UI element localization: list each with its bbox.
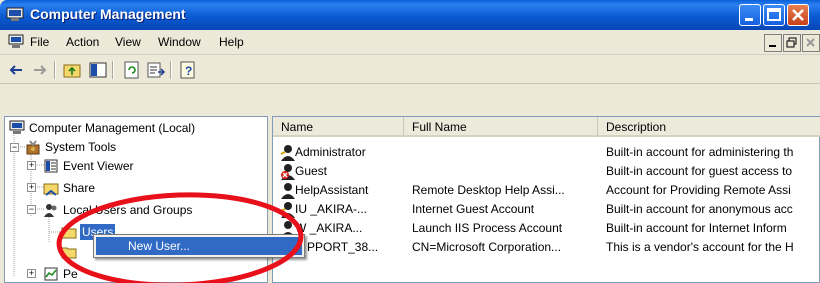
cell-name: W _AKIRA... (295, 221, 363, 235)
cell-name: Administrator (295, 145, 366, 159)
forward-arrow-icon[interactable] (30, 60, 50, 80)
toolbar: ? (0, 56, 820, 84)
tree-item-label: Share (63, 181, 96, 195)
title-bar[interactable]: Computer Management (0, 0, 820, 30)
toolbar-separator (54, 61, 56, 79)
minimize-button[interactable] (739, 4, 761, 26)
folder-icon (61, 227, 77, 239)
tree-item-label: Computer Management (Local) (29, 121, 196, 135)
cell-name: HelpAssistant (295, 183, 369, 197)
table-row[interactable]: HelpAssistant Remote Desktop Help Assi..… (273, 182, 820, 200)
minimize-icon (745, 18, 753, 21)
tree-item-label: Event Viewer (63, 159, 134, 173)
cell-description: Built-in account for administering th (606, 145, 794, 159)
collapse-toggle[interactable]: − (10, 143, 19, 152)
collapse-toggle[interactable]: − (27, 205, 36, 214)
column-header-full-name[interactable]: Full Name (404, 117, 598, 137)
cell-description: Account for Providing Remote Assi (606, 183, 791, 197)
performance-icon (44, 267, 58, 281)
event-viewer-icon (44, 159, 58, 173)
window-system-menu-icon[interactable] (8, 34, 24, 50)
menu-action[interactable]: Action (66, 35, 99, 49)
help-icon[interactable]: ? (178, 60, 198, 80)
menu-file[interactable]: File (30, 35, 49, 49)
computer-icon (9, 120, 25, 134)
table-row[interactable]: Administrator Built-in account for admin… (273, 144, 820, 162)
child-restore-button[interactable] (783, 34, 801, 52)
table-row[interactable]: IU _AKIRA-... Internet Guest Account Bui… (273, 201, 820, 219)
back-arrow-icon[interactable] (6, 60, 26, 80)
cell-full-name: Launch IIS Process Account (412, 221, 563, 235)
menu-help[interactable]: Help (219, 35, 244, 49)
column-header-description[interactable]: Description (598, 117, 820, 137)
shared-folders-icon (43, 183, 59, 196)
cell-description: Built-in account for Internet Inform (606, 221, 787, 235)
restore-icon (786, 37, 797, 48)
maximize-icon (767, 8, 781, 21)
close-icon (806, 38, 815, 47)
export-list-icon[interactable] (146, 60, 166, 80)
tree-item-label: Pe (63, 267, 78, 281)
minimize-icon (769, 45, 776, 47)
table-row[interactable]: Guest Built-in account for guest access … (273, 163, 820, 181)
cell-full-name: Internet Guest Account (412, 202, 535, 216)
details-list[interactable]: Name Full Name Description Administrator… (272, 116, 820, 283)
expand-toggle[interactable]: + (27, 161, 36, 170)
cell-description: Built-in account for guest access to (606, 164, 793, 178)
svg-text:?: ? (185, 64, 192, 78)
toolbar-separator (112, 61, 114, 79)
toolbar-separator (170, 61, 172, 79)
cell-full-name: Remote Desktop Help Assi... (412, 183, 565, 197)
up-folder-icon[interactable] (62, 60, 82, 80)
folder-icon (61, 247, 77, 259)
cell-description: This is a vendor's account for the H (606, 240, 794, 254)
table-row[interactable]: PPORT_38... CN=Microsoft Corporation... … (273, 239, 820, 257)
expand-toggle[interactable]: + (27, 269, 36, 278)
menu-window[interactable]: Window (158, 35, 201, 49)
show-hide-tree-icon[interactable] (88, 60, 108, 80)
cell-description: Built-in account for anonymous acc (606, 202, 793, 216)
table-row[interactable]: W _AKIRA... Launch IIS Process Account B… (273, 220, 820, 238)
cell-name: Guest (295, 164, 328, 178)
user-icon (280, 145, 295, 161)
context-menu-item-new-user[interactable]: New User... (96, 237, 302, 255)
refresh-icon[interactable] (122, 60, 142, 80)
window-title: Computer Management (30, 6, 186, 22)
system-tools-icon (26, 140, 40, 155)
expand-toggle[interactable]: + (27, 183, 36, 192)
maximize-button[interactable] (763, 4, 785, 26)
menu-view[interactable]: View (115, 35, 141, 49)
context-menu: New User... (93, 234, 305, 258)
menu-bar: File Action View Window Help (0, 30, 820, 55)
users-groups-icon (44, 204, 57, 217)
user-icon (280, 202, 295, 218)
tree-item-label: Local Users and Groups (63, 203, 193, 217)
disabled-user-icon (281, 183, 295, 199)
tree-item-label: System Tools (45, 140, 117, 154)
close-icon (792, 9, 804, 21)
cell-full-name: CN=Microsoft Corporation... (412, 240, 562, 254)
disabled-user-icon (281, 164, 295, 180)
child-close-button[interactable] (802, 34, 820, 52)
cell-name: PPORT_38... (307, 240, 379, 254)
column-header-name[interactable]: Name (273, 117, 404, 137)
child-minimize-button[interactable] (764, 34, 782, 52)
close-button[interactable] (787, 4, 809, 26)
cell-name: IU _AKIRA-... (295, 202, 368, 216)
computer-management-icon (6, 7, 24, 21)
